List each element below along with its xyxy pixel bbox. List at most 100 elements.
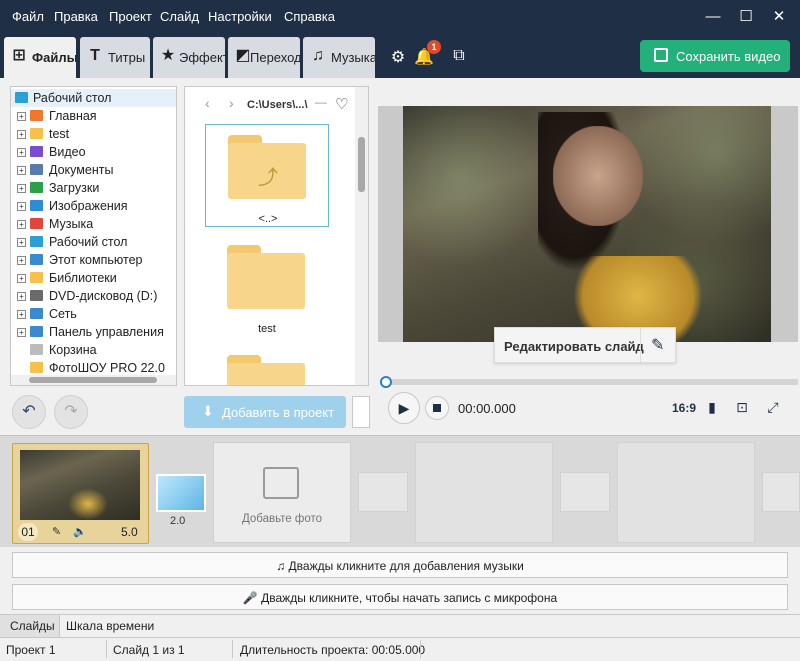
expand-icon[interactable]: + [17,328,26,337]
tree-item[interactable]: + Сеть [11,305,176,323]
expand-icon[interactable]: + [17,166,26,175]
tab-files[interactable]: ⊞ Файлы [4,37,76,78]
save-video-button[interactable]: Сохранить видео [640,40,790,72]
dvd-icon [30,290,43,301]
slide-card[interactable]: 01 ✎ 🔈 5.0 [12,443,149,544]
gallery-icon[interactable]: ⧉ [449,47,469,67]
play-button[interactable]: ▶ [388,392,420,424]
tree-item[interactable]: + test [11,125,176,143]
library-icon [30,272,43,283]
tree-item[interactable]: + Загрузки [11,179,176,197]
tree-item-label: Загрузки [49,181,100,195]
network-icon [30,308,43,319]
slide-placeholder [617,442,755,543]
maximize-icon[interactable]: ☐ [735,6,757,28]
extra-options-button[interactable] [352,396,370,428]
expand-icon[interactable]: + [17,238,26,247]
heart-icon[interactable]: ♡ [335,95,348,113]
tree-item[interactable]: + Видео [11,143,176,161]
tree-item-label: DVD-дисковод (D:) [49,289,158,303]
expand-icon[interactable]: + [17,256,26,265]
menu-slide[interactable]: Слайд [160,9,199,24]
gear-icon[interactable]: ⚙ [388,47,408,67]
add-image-icon [263,467,299,499]
preview-image [403,106,771,342]
status-project: Проект 1 [6,643,56,657]
menu-settings[interactable]: Настройки [208,9,272,24]
tree-item[interactable]: + Панель управления [11,323,176,341]
expand-icon[interactable]: + [17,112,26,121]
folder-icon [30,362,43,373]
forward-arrow-icon[interactable]: › [229,95,234,111]
expand-icon[interactable]: + [17,220,26,229]
pencil-icon[interactable]: ✎ [651,335,664,355]
tree-item[interactable]: Корзина [11,341,176,359]
tree-item[interactable]: + Главная [11,107,176,125]
slide-duration: 5.0 [121,525,138,539]
menu-edit[interactable]: Правка [54,9,98,24]
back-arrow-icon[interactable]: ‹ [205,95,210,111]
downloads-icon [30,182,43,193]
tab-transitions[interactable]: ◩ Переходы [228,37,300,78]
stop-button[interactable] [425,396,449,420]
folder-icon [227,245,305,309]
expand-icon[interactable]: + [17,202,26,211]
slide-number: 01 [18,523,38,541]
snapshot-icon[interactable]: ⊡ [733,398,751,416]
expand-icon[interactable]: + [17,292,26,301]
music-track-bar[interactable]: ♫ Дважды кликните для добавления музыки [12,552,788,578]
expand-icon[interactable]: + [17,148,26,157]
playback-progress[interactable] [380,379,798,385]
file-browser-scrollbar[interactable] [355,87,368,385]
transition-placeholder [560,472,610,512]
transition-thumbnail[interactable] [156,474,206,512]
tree-vertical-scrollbar[interactable] [176,87,177,386]
undo-button[interactable]: ↶ [12,395,46,429]
tree-item[interactable]: + Библиотеки [11,269,176,287]
speaker-icon[interactable]: 🔈 [73,525,87,538]
expand-icon[interactable]: + [17,184,26,193]
close-icon[interactable]: ✕ [768,6,790,28]
microphone-track-bar[interactable]: 🎤 Дважды кликните, чтобы начать запись с… [12,584,788,610]
tab-effects[interactable]: ★ Эффекты [153,37,225,78]
documents-icon [30,164,43,175]
menu-help[interactable]: Справка [284,9,335,24]
tree-item[interactable]: + Рабочий стол [11,233,176,251]
aspect-ratio[interactable]: 16:9 [672,401,696,415]
tree-root[interactable]: Рабочий стол [11,89,176,107]
minimize-icon[interactable]: — [702,6,724,28]
menu-project[interactable]: Проект [109,9,152,24]
tree-item[interactable]: + Музыка [11,215,176,233]
control-panel-icon [30,326,43,337]
redo-button[interactable]: ↷ [54,395,88,429]
tree-horizontal-scrollbar[interactable] [11,375,176,385]
notification-badge: 1 [427,40,441,54]
folder-item[interactable] [205,345,329,385]
tab-music-label: Музыка [331,50,375,65]
add-photo-slot[interactable]: Добавьте фото [213,442,351,543]
expand-icon[interactable]: + [17,130,26,139]
tab-slides[interactable]: Слайды [0,615,60,637]
tab-titles[interactable]: T Титры [80,37,150,78]
redo-icon: ↷ [64,403,78,420]
tree-item[interactable]: + Документы [11,161,176,179]
pencil-icon[interactable]: ✎ [52,525,61,538]
add-to-project-button[interactable]: ⬇ Добавить в проект [184,396,346,428]
folder-parent[interactable]: ⤴ <..> [205,124,329,227]
fullscreen-icon[interactable]: ⤢ [764,398,782,416]
tree-item[interactable]: + Этот компьютер [11,251,176,269]
tab-music[interactable]: ♫ Музыка [303,37,375,78]
menu-file[interactable]: Файл [12,9,44,24]
add-file-icon: ⊞ [12,47,26,64]
add-photo-label: Добавьте фото [241,513,323,525]
tab-timeline[interactable]: Шкала времени [66,615,154,637]
frame-icon[interactable]: ▮ [703,398,721,416]
edit-slide-button[interactable]: Редактировать слайд ✎ [494,327,676,363]
tree-item[interactable]: + DVD-дисковод (D:) [11,287,176,305]
playback-knob[interactable] [380,376,392,388]
trash-icon [30,344,43,355]
expand-icon[interactable]: + [17,310,26,319]
tree-item[interactable]: + Изображения [11,197,176,215]
folder-test[interactable]: test [205,235,329,338]
expand-icon[interactable]: + [17,274,26,283]
